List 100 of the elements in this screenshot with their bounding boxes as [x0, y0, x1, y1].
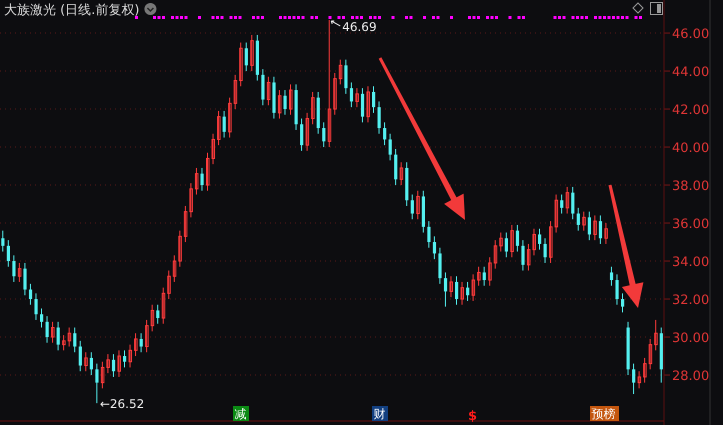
candle	[294, 84, 298, 130]
candle	[261, 68, 265, 106]
candle	[610, 266, 614, 286]
candle	[372, 86, 376, 114]
candle	[112, 354, 116, 378]
tick-mark	[664, 336, 670, 338]
y-tick-label: 34.00	[672, 255, 710, 270]
candle	[212, 133, 216, 165]
candle	[554, 194, 558, 234]
tick-mark	[664, 146, 670, 148]
candle	[206, 152, 210, 192]
candle	[388, 133, 392, 161]
candle	[18, 262, 22, 282]
event-tag[interactable]: 减	[233, 406, 249, 421]
event-tag[interactable]: 财	[372, 406, 388, 421]
candle	[466, 281, 470, 302]
candle	[178, 230, 182, 268]
candle	[621, 292, 624, 313]
y-tick-label: 42.00	[672, 103, 710, 118]
candle	[46, 316, 49, 344]
y-tick-label: 46.00	[672, 27, 710, 42]
candle	[444, 272, 448, 308]
candle	[28, 283, 32, 306]
candle	[350, 82, 354, 108]
candle	[588, 211, 591, 241]
candle	[449, 276, 453, 298]
candle	[78, 340, 82, 372]
candle	[73, 327, 76, 353]
candle	[62, 334, 66, 351]
tick-mark	[664, 298, 670, 300]
candle	[266, 76, 270, 106]
candle	[510, 224, 514, 258]
tick-mark	[664, 260, 670, 262]
candle	[145, 319, 149, 353]
candle	[333, 72, 337, 116]
candle	[300, 118, 304, 152]
candle	[167, 270, 171, 300]
candle	[95, 363, 99, 404]
candle	[566, 186, 570, 214]
tick-mark	[664, 32, 670, 34]
candle	[394, 148, 398, 186]
candle	[234, 74, 238, 110]
y-tick-label: 40.00	[672, 141, 710, 156]
candle	[344, 59, 348, 94]
candle	[84, 352, 88, 372]
candle	[427, 220, 431, 248]
y-tick-label: 44.00	[672, 65, 710, 80]
candle	[626, 321, 630, 376]
candle	[200, 167, 204, 192]
candle	[272, 76, 276, 120]
candle	[582, 211, 586, 232]
y-tick-label: 28.00	[672, 369, 710, 384]
candle	[40, 308, 44, 328]
candle	[648, 338, 652, 370]
candle	[244, 42, 248, 72]
candle	[311, 91, 315, 125]
candle	[134, 332, 138, 357]
candle	[504, 232, 508, 258]
candle	[538, 228, 542, 250]
dollar-marker[interactable]: $	[468, 409, 478, 424]
candle	[117, 350, 121, 378]
candle	[472, 274, 476, 302]
candle	[416, 190, 420, 220]
candle	[189, 182, 193, 218]
candle	[1, 230, 4, 252]
candle	[68, 327, 72, 348]
candle	[482, 266, 486, 286]
candle	[51, 321, 55, 344]
candle	[632, 363, 636, 395]
candle	[338, 59, 342, 85]
candle	[576, 207, 580, 232]
diamond-icon[interactable]	[632, 2, 644, 14]
candle	[228, 97, 232, 138]
candle	[549, 220, 553, 264]
candle	[643, 357, 647, 384]
panel-icon[interactable]	[650, 2, 663, 15]
candle	[90, 352, 93, 376]
candle	[560, 194, 564, 214]
candle	[184, 205, 188, 243]
candle	[378, 100, 381, 134]
candle	[615, 274, 619, 306]
candle	[410, 194, 414, 220]
high-price-label: 46.69	[342, 20, 377, 34]
event-tag[interactable]: 预榜	[590, 406, 619, 421]
candle	[598, 214, 602, 244]
tick-mark	[664, 70, 670, 72]
candle	[6, 240, 10, 268]
chevron-down-icon[interactable]	[144, 3, 156, 15]
candle	[638, 370, 642, 389]
candle	[477, 266, 481, 286]
candle	[172, 254, 176, 282]
candle	[360, 88, 364, 123]
candle	[532, 228, 536, 256]
candle	[526, 243, 530, 272]
candle	[604, 222, 608, 244]
candle	[250, 34, 254, 72]
candle	[23, 262, 27, 296]
candle	[516, 224, 520, 252]
candle	[162, 287, 166, 324]
candle	[306, 112, 310, 152]
